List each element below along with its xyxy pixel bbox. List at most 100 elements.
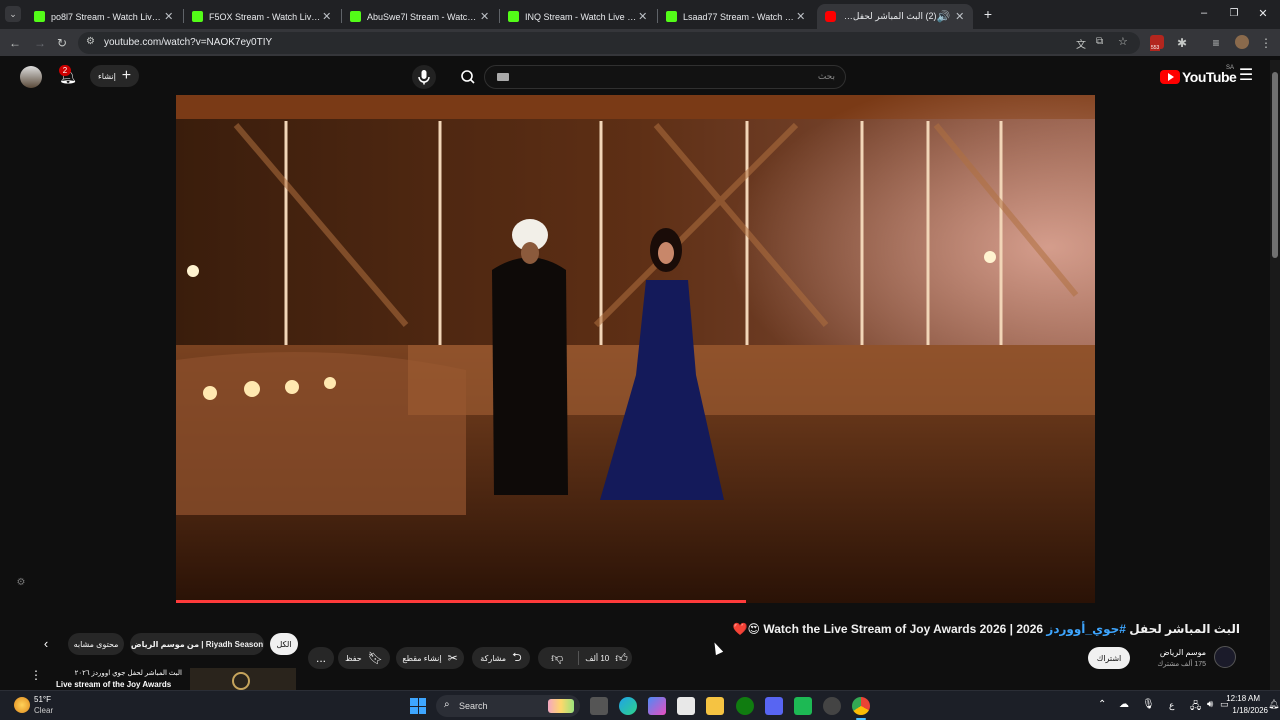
kick-favicon-icon [192,11,203,22]
tab-title: Lsaad77 Stream - Watch Live or [683,11,796,22]
browser-tab-4[interactable]: INQ Stream - Watch Live on Kic ✕ [500,4,656,29]
like-icon[interactable]: 👍︎ [615,651,628,666]
weather-icon[interactable] [14,697,30,713]
more-actions-button[interactable]: ... [308,647,334,669]
clock-time[interactable]: 12:18 AM [1224,694,1260,703]
browser-tab-2[interactable]: F5OX Stream - Watch Live on K ✕ [184,4,340,29]
keyboard-icon[interactable] [497,73,509,81]
back-icon[interactable]: ← [7,35,23,51]
notification-center-icon[interactable]: 🔔︎ [1268,699,1279,710]
extensions-puzzle-icon[interactable]: ✱ [1174,35,1190,51]
related-video-title-line2[interactable]: Live stream of the Joy Awards [56,680,182,690]
youtube-favicon-icon [825,11,836,22]
close-tab-icon[interactable]: ✕ [637,10,648,23]
search-placeholder: بحث [817,71,835,81]
xbox-icon[interactable] [736,697,754,715]
tab-title: AbuSwe7l Stream - Watch Live [367,11,480,22]
microphone-tray-icon[interactable]: 🎙︎ [1142,699,1155,710]
page-scrollbar[interactable] [1270,60,1280,690]
save-button[interactable]: حفظ 🔖︎ [338,647,390,669]
reload-icon[interactable]: ↻ [54,35,70,51]
related-video-title-line1[interactable]: البث المباشر لحفل جوي اووردز ٢٠٢٦ [56,669,182,677]
input-language[interactable]: ع [1169,700,1174,711]
new-tab-icon[interactable]: + [980,6,996,22]
channel-avatar[interactable] [1214,646,1236,668]
network-icon[interactable]: 🖧︎ [1190,699,1201,716]
account-avatar[interactable] [20,66,42,88]
scrollbar-thumb[interactable] [1272,72,1278,258]
search-box[interactable]: بحث [484,65,846,89]
close-window-icon[interactable]: ✕ [1255,6,1271,22]
site-info-icon[interactable]: ⚙ [86,36,95,47]
more-dots-icon: ... [315,651,326,665]
close-tab-icon[interactable]: ✕ [163,10,174,23]
browser-tab-3[interactable]: AbuSwe7l Stream - Watch Live ✕ [342,4,498,29]
search-magnifier-icon[interactable] [455,65,481,89]
browser-toolbar: ← → ↻ ⚙ youtube.com/watch?v=NAOK7ey0TIY … [0,29,1280,56]
edge-icon[interactable] [619,697,637,715]
file-explorer-icon[interactable] [706,697,724,715]
close-tab-icon[interactable]: ✕ [321,10,332,23]
ambient-settings-icon[interactable]: ⚙ [14,577,28,591]
related-video-thumbnail[interactable] [190,668,296,690]
browser-tab-6-active[interactable]: (2) البث المباشر لحفل #جوي 🔊 ✕ [817,4,973,29]
task-view-icon[interactable] [590,697,608,715]
install-app-icon[interactable]: ⧉ [1096,36,1103,47]
video-title: البث المباشر لحفل #جوي_أووردز 2026 | Wat… [732,622,1240,636]
chips-prev-chevron-icon[interactable]: ‹ [38,636,54,652]
forward-icon[interactable]: → [32,35,48,51]
bookmark-star-icon[interactable]: ☆ [1118,35,1128,48]
discord-icon[interactable] [765,697,783,715]
voice-search-mic-icon[interactable] [412,65,436,89]
speaker-icon[interactable]: 🔊 [937,10,951,23]
weather-temp[interactable]: 51°F [34,695,51,704]
tab-title: po8l7 Stream - Watch Live on K [51,11,163,22]
clip-button[interactable]: إنشاء مقطع ✂ [396,647,464,669]
related-video-menu-icon[interactable]: ⋮ [30,668,42,684]
guide-menu-icon[interactable]: ☰ [1238,66,1254,86]
app-green-icon[interactable] [794,697,812,715]
subscribe-button[interactable]: اشتراك [1088,647,1130,669]
taskbar-search-box[interactable]: ⌕ Search [436,695,580,717]
video-player[interactable] [176,95,1095,603]
clock-date[interactable]: 1/18/2026 [1224,706,1268,715]
thumbnail-emblem-icon [232,672,250,690]
onedrive-cloud-icon[interactable]: ☁ [1119,699,1129,710]
reading-list-icon[interactable]: ≡ [1208,35,1224,51]
close-tab-icon[interactable]: ✕ [479,10,490,23]
kick-favicon-icon [34,11,45,22]
create-button[interactable]: إنشاء + [90,65,140,87]
youtube-logo[interactable]: YouTube SA [1160,65,1237,86]
maximize-icon[interactable]: ❐ [1226,6,1242,22]
profile-avatar[interactable] [1235,35,1249,49]
browser-tab-1[interactable]: po8l7 Stream - Watch Live on K ✕ [26,4,182,29]
app-settings-icon[interactable] [823,697,841,715]
dislike-icon[interactable]: 👎︎ [542,651,572,666]
chip-all[interactable]: الكل [270,633,298,655]
share-button[interactable]: مشاركة ⮌ [472,647,530,669]
tab-title: (2) البث المباشر لحفل #جوي [842,11,937,21]
microsoft-store-icon[interactable] [677,697,695,715]
chip-related[interactable]: محتوى مشابه [68,633,124,655]
translate-icon[interactable]: 文 [1076,36,1086,51]
scissors-icon: ✂ [447,651,458,665]
like-count[interactable]: 10 ألف [585,654,609,663]
chrome-taskbar-icon[interactable] [852,697,870,715]
close-tab-icon[interactable]: ✕ [796,10,806,23]
clip-label: إنشاء مقطع [402,653,442,663]
title-hashtag-link[interactable]: #جوي_أووردز [1046,622,1126,636]
minimize-icon[interactable]: – [1196,6,1212,22]
tab-search-icon[interactable]: ⌄ [5,6,21,22]
tray-overflow-chevron-icon[interactable]: ⌃ [1098,699,1106,710]
kick-favicon-icon [666,11,677,22]
browser-tab-5[interactable]: Lsaad77 Stream - Watch Live or ✕ [658,4,814,29]
volume-icon[interactable]: 🔊︎ [1207,699,1213,710]
copilot-icon[interactable] [648,697,666,715]
channel-name[interactable]: موسم الرياض [1140,648,1206,657]
windows-start-icon[interactable] [410,698,426,714]
browser-tab-strip: ⌄ po8l7 Stream - Watch Live on K ✕ F5OX … [0,0,1280,29]
address-bar[interactable]: ⚙ youtube.com/watch?v=NAOK7ey0TIY 文 ⧉ ☆ [78,32,1140,54]
chip-from-channel[interactable]: من موسم الرياض | Riyadh Season [130,633,264,655]
chrome-menu-icon[interactable]: ⋮ [1258,35,1274,51]
close-tab-icon[interactable]: ✕ [955,10,965,23]
